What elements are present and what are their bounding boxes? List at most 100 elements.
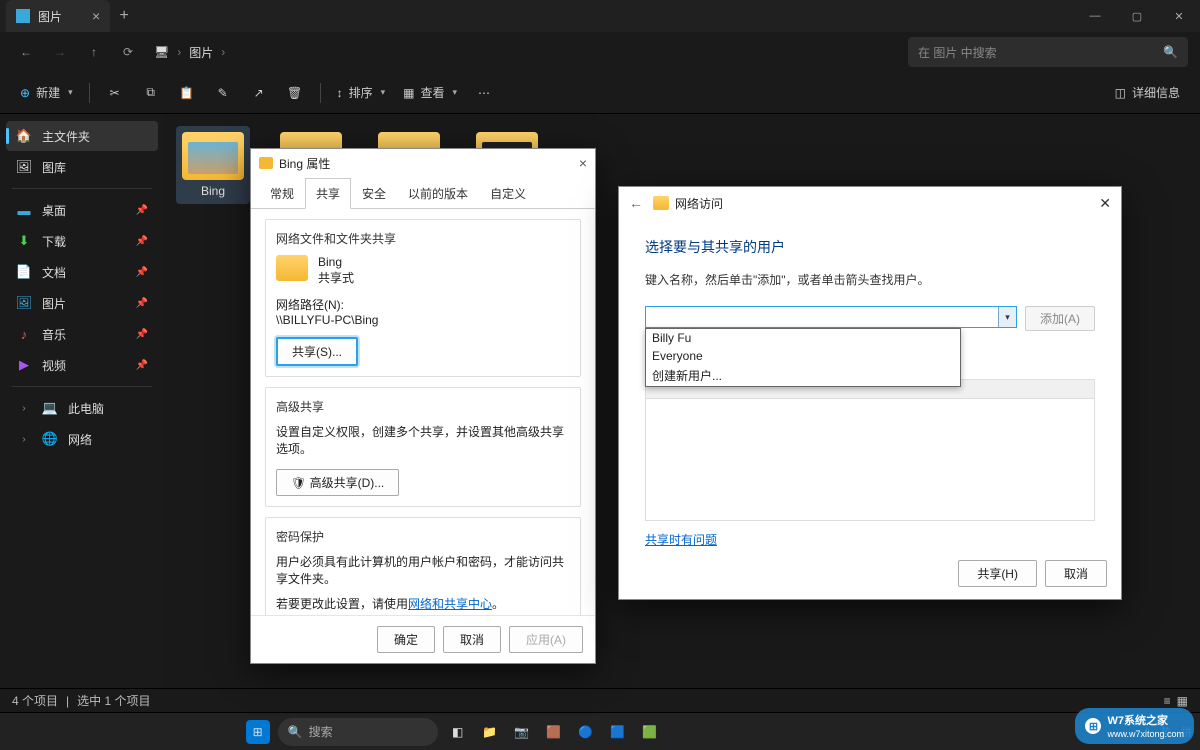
dropdown-option[interactable]: Everyone [646, 347, 960, 365]
sidebar-item-network[interactable]: ›🌐网络 [6, 424, 158, 454]
pictures-icon: 🖼 [16, 295, 32, 311]
folder-icon [259, 157, 273, 169]
sidebar-item-music[interactable]: ♪音乐📌 [6, 319, 158, 349]
sidebar-item-home[interactable]: 🏠主文件夹 [6, 121, 158, 151]
folder-icon [182, 132, 244, 180]
gallery-icon: 🖼 [16, 159, 32, 175]
list-view-icon[interactable]: ≡ [1164, 694, 1171, 708]
dialog-titlebar[interactable]: Bing 属性 × [251, 149, 595, 177]
cut-icon: ✂ [110, 86, 120, 100]
taskbar-app[interactable]: 🟫 [542, 720, 566, 744]
back-button[interactable]: ← [12, 38, 40, 66]
maximize-button[interactable]: ▢ [1116, 0, 1158, 32]
properties-tabs: 常规 共享 安全 以前的版本 自定义 [251, 177, 595, 209]
chevron-right-icon: › [177, 45, 181, 59]
cancel-button[interactable]: 取消 [443, 626, 501, 653]
tab-security[interactable]: 安全 [351, 178, 397, 209]
forward-button[interactable]: → [46, 38, 74, 66]
user-input[interactable] [646, 307, 998, 327]
network-center-link[interactable]: 网络和共享中心 [408, 597, 492, 611]
minimize-button[interactable]: — [1074, 0, 1116, 32]
trouble-link[interactable]: 共享时有问题 [645, 531, 717, 548]
dropdown-option[interactable]: Billy Fu [646, 329, 960, 347]
more-button[interactable]: ⋯ [467, 78, 501, 108]
tab-customize[interactable]: 自定义 [479, 178, 537, 209]
group-desc: 设置自定义权限，创建多个共享，并设置其他高级共享选项。 [276, 423, 570, 457]
grid-view-icon[interactable]: ▦ [1177, 694, 1188, 708]
taskbar-search[interactable]: 🔍 搜索 [278, 718, 438, 746]
explorer-tab[interactable]: 图片 × [6, 0, 110, 32]
copy-button[interactable]: ⧉ [134, 78, 168, 108]
network-share-group: 网络文件和文件夹共享 Bing 共享式 网络路径(N): \\BILLYFU-P… [265, 219, 581, 377]
pin-icon: 📌 [136, 205, 148, 216]
user-list[interactable] [645, 399, 1095, 521]
sort-icon: ↕ [337, 86, 343, 100]
folder-item[interactable]: Bing [176, 126, 250, 204]
tab-close-icon[interactable]: × [92, 8, 100, 24]
music-icon: ♪ [16, 326, 32, 342]
rename-button[interactable]: ✎ [206, 78, 240, 108]
dropdown-option[interactable]: 创建新用户... [646, 365, 960, 386]
ok-button[interactable]: 确定 [377, 626, 435, 653]
taskbar-app[interactable]: 📁 [478, 720, 502, 744]
cut-button[interactable]: ✂ [98, 78, 132, 108]
refresh-button[interactable]: ⟳ [114, 38, 142, 66]
new-tab-button[interactable]: + [110, 7, 138, 25]
close-icon[interactable]: ✕ [1099, 195, 1111, 212]
user-combobox[interactable]: ▾ [645, 306, 1017, 328]
delete-button[interactable]: 🗑 [278, 78, 312, 108]
breadcrumb-item[interactable]: 图片 [189, 44, 213, 61]
sidebar-item-documents[interactable]: 📄文档📌 [6, 257, 158, 287]
pin-icon: 📌 [136, 298, 148, 309]
close-button[interactable]: ✕ [1158, 0, 1200, 32]
download-icon: ⬇ [16, 233, 32, 249]
close-icon[interactable]: × [579, 155, 587, 171]
tab-previous[interactable]: 以前的版本 [397, 178, 479, 209]
tab-general[interactable]: 常规 [259, 178, 305, 209]
dialog-title: 网络访问 [675, 195, 723, 212]
share-button[interactable]: 共享(S)... [276, 337, 358, 366]
breadcrumb[interactable]: 🖥 › 图片 › [154, 44, 229, 61]
view-button[interactable]: ▦ 查看 ▾ [395, 78, 465, 108]
details-button[interactable]: ◫ 详细信息 [1107, 78, 1188, 108]
taskbar-app[interactable]: 🟦 [606, 720, 630, 744]
sidebar-item-downloads[interactable]: ⬇下载📌 [6, 226, 158, 256]
tab-sharing[interactable]: 共享 [305, 178, 351, 209]
videos-icon: ▶ [16, 357, 32, 373]
pin-icon: 📌 [136, 329, 148, 340]
back-icon[interactable]: ← [629, 195, 643, 211]
up-button[interactable]: ↑ [80, 38, 108, 66]
chevron-right-icon: › [16, 400, 32, 416]
task-view-button[interactable]: ◧ [446, 720, 470, 744]
selection-count: 选中 1 个项目 [77, 692, 150, 709]
advanced-share-button[interactable]: 🛡 高级共享(D)... [276, 469, 399, 496]
apply-button[interactable]: 应用(A) [509, 626, 583, 653]
taskbar-app[interactable]: 🟩 [638, 720, 662, 744]
share-folder-icon [653, 196, 669, 210]
search-input[interactable]: 在 图片 中搜索 🔍 [908, 37, 1188, 67]
cancel-button[interactable]: 取消 [1045, 560, 1107, 587]
sidebar-item-pictures[interactable]: 🖼图片📌 [6, 288, 158, 318]
paste-button[interactable]: 📋 [170, 78, 204, 108]
sidebar-item-gallery[interactable]: 🖼图库 [6, 152, 158, 182]
more-icon: ⋯ [478, 86, 490, 100]
network-path: \\BILLYFU-PC\Bing [276, 313, 570, 327]
share-button[interactable]: ↗ [242, 78, 276, 108]
hint-text: 键入名称，然后单击"添加"，或者单击箭头查找用户。 [645, 271, 1095, 288]
add-button[interactable]: 添加(A) [1025, 306, 1095, 331]
new-button[interactable]: ⊕ 新建 ▾ [12, 78, 81, 108]
network-access-dialog: ← 网络访问 ✕ 选择要与其共享的用户 键入名称，然后单击"添加"，或者单击箭头… [618, 186, 1122, 600]
taskbar-app[interactable]: 📷 [510, 720, 534, 744]
share-button[interactable]: 共享(H) [958, 560, 1037, 587]
sidebar-item-thispc[interactable]: ›💻此电脑 [6, 393, 158, 423]
sidebar-item-desktop[interactable]: ▬桌面📌 [6, 195, 158, 225]
dialog-titlebar[interactable]: ← 网络访问 ✕ [619, 187, 1121, 219]
taskbar-app[interactable]: 🔵 [574, 720, 598, 744]
sort-button[interactable]: ↕ 排序 ▾ [329, 78, 394, 108]
chevron-down-icon[interactable]: ▾ [998, 307, 1016, 327]
panel-icon: ◫ [1115, 86, 1126, 100]
start-button[interactable]: ⊞ [246, 720, 270, 744]
pictures-icon [16, 9, 30, 23]
sidebar-item-videos[interactable]: ▶视频📌 [6, 350, 158, 380]
advanced-share-group: 高级共享 设置自定义权限，创建多个共享，并设置其他高级共享选项。 🛡 高级共享(… [265, 387, 581, 507]
